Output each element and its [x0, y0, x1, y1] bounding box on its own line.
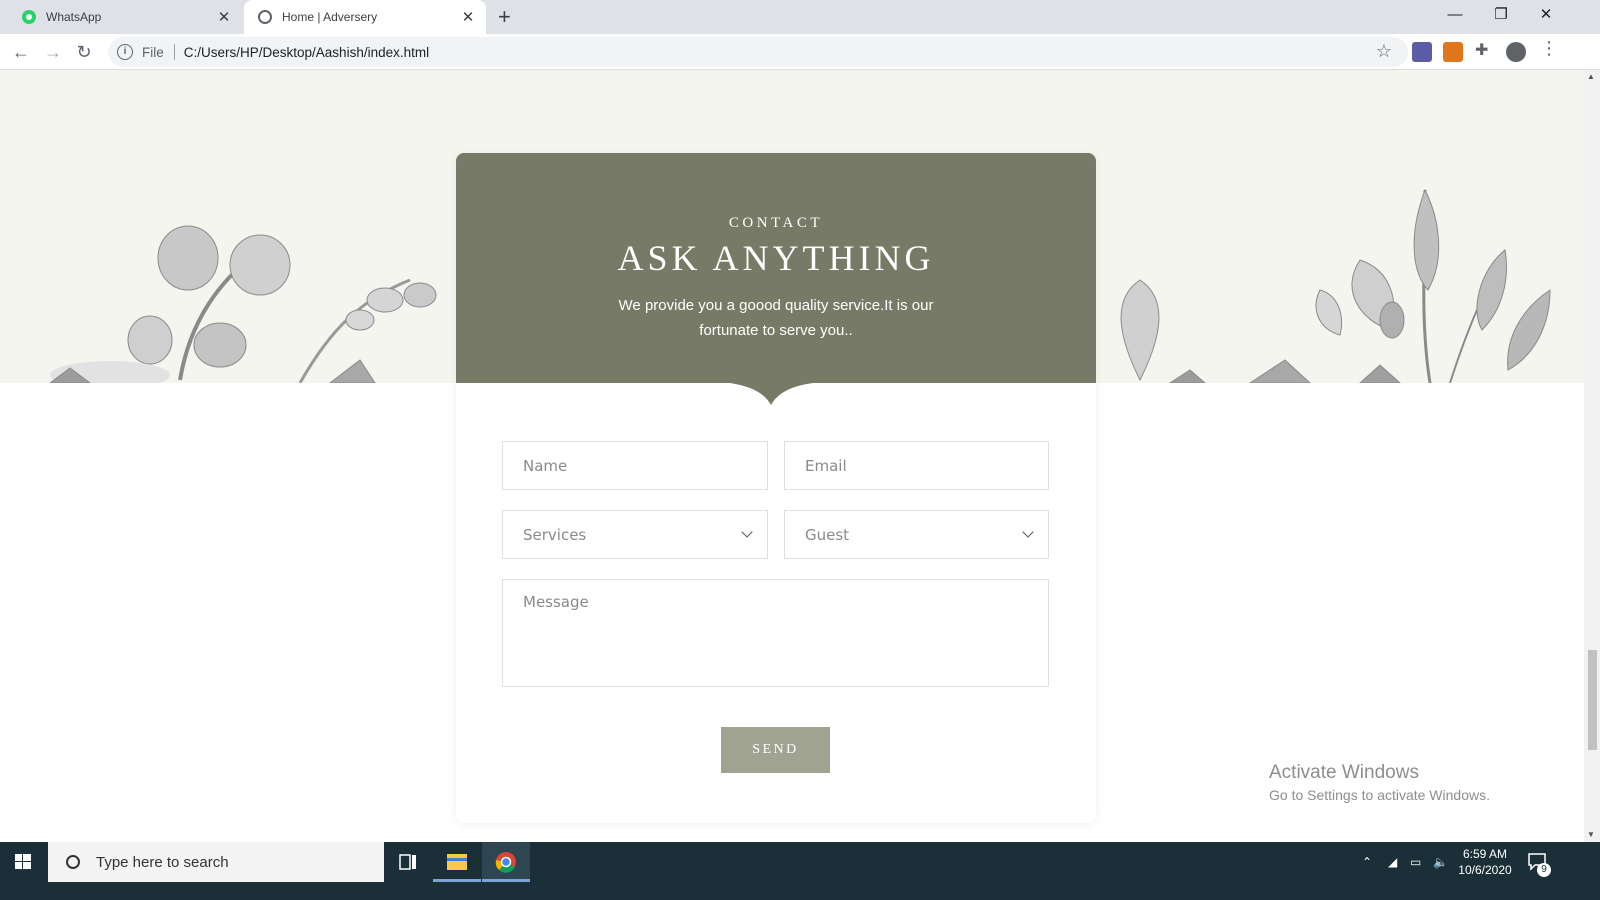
- watermark-title: Activate Windows: [1269, 762, 1419, 783]
- task-view-icon[interactable]: [384, 842, 432, 882]
- message-textarea[interactable]: Message: [502, 579, 1049, 687]
- file-explorer-icon[interactable]: [433, 842, 481, 882]
- network-icon[interactable]: ◢: [1388, 842, 1397, 882]
- tab-home-adversery[interactable]: Home | Adversery ✕: [244, 0, 486, 34]
- guest-select[interactable]: Guest: [784, 510, 1049, 559]
- leaves-illustration-left: [49, 225, 437, 383]
- chrome-icon[interactable]: [482, 842, 530, 882]
- email-input[interactable]: Email: [784, 441, 1049, 490]
- guest-value: Guest: [805, 525, 850, 544]
- clock-time: 6:59 AM: [1462, 847, 1508, 861]
- close-icon[interactable]: ✕: [458, 8, 478, 26]
- search-icon: [66, 855, 80, 869]
- chevron-up-icon[interactable]: ⌃: [1362, 842, 1372, 882]
- close-icon[interactable]: ✕: [214, 8, 234, 26]
- whatsapp-icon: [22, 10, 36, 24]
- chevron-down-icon: [741, 526, 753, 538]
- page-viewport: CONTACT ASK ANYTHING We provide you a go…: [0, 70, 1584, 842]
- scroll-up-icon[interactable]: ▲: [1587, 72, 1595, 81]
- name-input[interactable]: Name: [502, 441, 768, 490]
- section-eyebrow: CONTACT: [728, 215, 824, 231]
- info-icon[interactable]: i: [117, 44, 133, 60]
- page-scrollbar[interactable]: ▲ ▼: [1584, 70, 1600, 842]
- clock-date: 10/6/2020: [1458, 863, 1512, 877]
- scroll-down-icon[interactable]: ▼: [1587, 830, 1595, 839]
- screen-bottom-strip: [0, 882, 1600, 900]
- tab-whatsapp[interactable]: WhatsApp ✕: [8, 0, 242, 34]
- browser-tab-bar: WhatsApp ✕ Home | Adversery ✕ + — ❐ ✕: [0, 0, 1600, 34]
- address-bar[interactable]: i File C:/Users/HP/Desktop/Aashish/index…: [108, 37, 1408, 67]
- extension-icon[interactable]: [1412, 42, 1432, 62]
- battery-icon[interactable]: ▭: [1410, 842, 1421, 882]
- services-select[interactable]: Services: [502, 510, 768, 559]
- taskbar-search-placeholder: Type here to search: [96, 853, 229, 871]
- url-text[interactable]: C:/Users/HP/Desktop/Aashish/index.html: [184, 45, 429, 60]
- windows-taskbar: Type here to search ⌃ ◢ ▭ 🔈 6:59 AM 10/6…: [0, 842, 1600, 882]
- browser-toolbar: ← → ↻ i File C:/Users/HP/Desktop/Aashish…: [0, 34, 1600, 70]
- restore-button[interactable]: ❐: [1478, 0, 1524, 30]
- close-window-button[interactable]: ✕: [1523, 0, 1569, 30]
- new-tab-button[interactable]: +: [498, 5, 511, 29]
- activate-windows-watermark: Activate Windows Go to Settings to activ…: [1269, 762, 1490, 803]
- menu-dots-icon[interactable]: ⋮: [1540, 38, 1560, 58]
- leaves-illustration-right: [1120, 188, 1551, 383]
- back-button[interactable]: ←: [8, 39, 34, 65]
- services-value: Services: [523, 525, 587, 544]
- send-button[interactable]: SEND: [721, 727, 830, 773]
- contact-header: CONTACT ASK ANYTHING We provide you a go…: [456, 153, 1096, 383]
- contact-card: CONTACT ASK ANYTHING We provide you a go…: [456, 153, 1096, 823]
- section-description: We provide you a goood quality service.I…: [618, 297, 934, 339]
- chevron-down-icon: [1022, 526, 1034, 538]
- minimize-button[interactable]: —: [1432, 0, 1478, 30]
- reload-button[interactable]: ↻: [71, 39, 97, 65]
- bookmark-star-icon[interactable]: ☆: [1376, 41, 1392, 62]
- notification-badge: 9: [1537, 863, 1551, 877]
- watermark-subtitle: Go to Settings to activate Windows.: [1269, 787, 1490, 803]
- taskbar-search[interactable]: Type here to search: [48, 842, 384, 882]
- notification-center[interactable]: 9: [1526, 850, 1551, 877]
- windows-start-icon[interactable]: [0, 842, 46, 882]
- globe-icon: [258, 10, 272, 24]
- scrollbar-thumb[interactable]: [1588, 650, 1597, 750]
- tab-title: WhatsApp: [46, 10, 102, 24]
- profile-icon[interactable]: [1506, 42, 1526, 62]
- divider: [173, 44, 175, 60]
- url-scheme: File: [142, 44, 164, 60]
- puzzle-icon[interactable]: ✚: [1475, 40, 1495, 60]
- forward-button[interactable]: →: [40, 39, 66, 65]
- metamask-icon[interactable]: [1443, 42, 1463, 62]
- taskbar-clock[interactable]: 6:59 AM 10/6/2020: [1450, 846, 1520, 878]
- tab-title: Home | Adversery: [282, 10, 378, 24]
- header-notch-shape: [456, 381, 1096, 405]
- volume-icon[interactable]: 🔈: [1433, 842, 1448, 882]
- section-heading: ASK ANYTHING: [617, 238, 935, 278]
